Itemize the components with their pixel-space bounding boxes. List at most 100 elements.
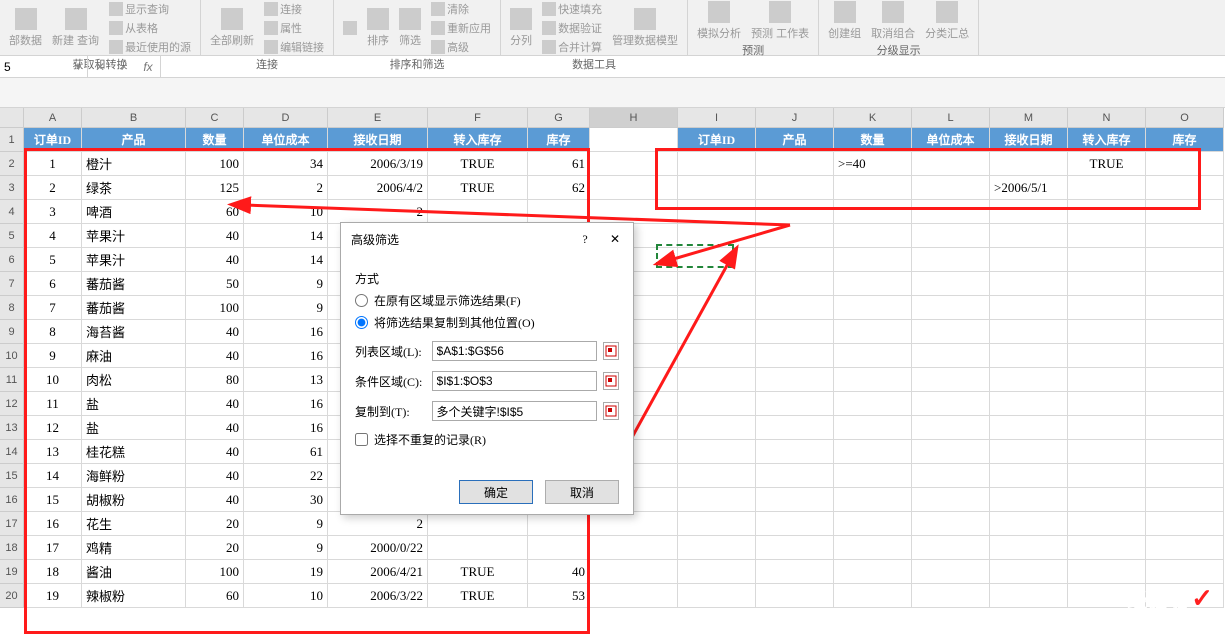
cell[interactable]: 订单ID: [678, 128, 756, 152]
cell[interactable]: 53: [528, 584, 590, 608]
cell[interactable]: [1068, 440, 1146, 464]
get-data-button[interactable]: 部数据: [6, 7, 45, 49]
cell[interactable]: [834, 248, 912, 272]
cell[interactable]: 苹果汁: [82, 224, 186, 248]
cell[interactable]: 接收日期: [990, 128, 1068, 152]
cell[interactable]: 14: [244, 224, 328, 248]
cell[interactable]: [834, 488, 912, 512]
cell[interactable]: [1146, 488, 1224, 512]
radio-in-place[interactable]: 在原有区域显示筛选结果(F): [355, 292, 619, 309]
cell[interactable]: 30: [244, 488, 328, 512]
column-header-B[interactable]: B: [82, 108, 186, 128]
clear-button[interactable]: 清除: [428, 0, 494, 18]
row-header[interactable]: 9: [0, 320, 24, 344]
cell[interactable]: [756, 176, 834, 200]
cell[interactable]: [590, 584, 678, 608]
cell[interactable]: [1146, 464, 1224, 488]
row-header[interactable]: 6: [0, 248, 24, 272]
cell[interactable]: 16: [244, 392, 328, 416]
cell[interactable]: [1068, 176, 1146, 200]
cell[interactable]: [1068, 488, 1146, 512]
cell[interactable]: [678, 176, 756, 200]
cell[interactable]: 10: [24, 368, 82, 392]
cell[interactable]: [1068, 320, 1146, 344]
cell[interactable]: 7: [24, 296, 82, 320]
cell[interactable]: [756, 272, 834, 296]
cell[interactable]: 20: [186, 512, 244, 536]
connections-button[interactable]: 连接: [261, 0, 327, 18]
cell[interactable]: 61: [244, 440, 328, 464]
row-header[interactable]: 18: [0, 536, 24, 560]
cell[interactable]: 6: [24, 272, 82, 296]
cell[interactable]: [912, 344, 990, 368]
row-header[interactable]: 3: [0, 176, 24, 200]
cell[interactable]: 2006/3/22: [328, 584, 428, 608]
fx-icon[interactable]: fx: [136, 60, 160, 74]
cell[interactable]: [990, 368, 1068, 392]
cell[interactable]: 数量: [834, 128, 912, 152]
cell[interactable]: [912, 176, 990, 200]
cell[interactable]: 2000/0/22: [328, 536, 428, 560]
column-header-N[interactable]: N: [1068, 108, 1146, 128]
cell[interactable]: 酱油: [82, 560, 186, 584]
cell[interactable]: 16: [244, 416, 328, 440]
cell[interactable]: [1068, 560, 1146, 584]
from-table-button[interactable]: 从表格: [106, 19, 194, 37]
cell[interactable]: 海苔酱: [82, 320, 186, 344]
cell[interactable]: 40: [186, 224, 244, 248]
cell[interactable]: 蕃茄酱: [82, 296, 186, 320]
cell[interactable]: [1068, 224, 1146, 248]
range-picker-icon[interactable]: [603, 372, 619, 390]
cell[interactable]: TRUE: [428, 560, 528, 584]
cell[interactable]: [756, 560, 834, 584]
cell[interactable]: [990, 344, 1068, 368]
column-header-H[interactable]: H: [590, 108, 678, 128]
cell[interactable]: 海鲜粉: [82, 464, 186, 488]
cell[interactable]: [756, 392, 834, 416]
cell[interactable]: [834, 464, 912, 488]
cell[interactable]: [1068, 536, 1146, 560]
cell[interactable]: 40: [186, 248, 244, 272]
row-header[interactable]: 14: [0, 440, 24, 464]
cell[interactable]: 100: [186, 152, 244, 176]
cell[interactable]: [428, 536, 528, 560]
cell[interactable]: [912, 224, 990, 248]
cell[interactable]: [912, 320, 990, 344]
refresh-all-button[interactable]: 全部刷新: [207, 7, 257, 49]
cell[interactable]: [912, 392, 990, 416]
cell[interactable]: [1146, 272, 1224, 296]
flash-fill-button[interactable]: 快速填充: [539, 0, 605, 18]
help-icon[interactable]: ?: [577, 232, 593, 247]
unique-records-checkbox[interactable]: 选择不重复的记录(R): [355, 431, 619, 448]
cell[interactable]: [912, 368, 990, 392]
column-header-L[interactable]: L: [912, 108, 990, 128]
cell[interactable]: [1146, 560, 1224, 584]
cell[interactable]: [912, 584, 990, 608]
cell[interactable]: 转入库存: [428, 128, 528, 152]
subtotal-button[interactable]: 分类汇总: [922, 0, 972, 42]
cell[interactable]: TRUE: [428, 152, 528, 176]
row-header[interactable]: 20: [0, 584, 24, 608]
cell[interactable]: [990, 224, 1068, 248]
column-header-J[interactable]: J: [756, 108, 834, 128]
cell[interactable]: 2: [328, 512, 428, 536]
column-header-O[interactable]: O: [1146, 108, 1224, 128]
cell[interactable]: 9: [24, 344, 82, 368]
cell[interactable]: 60: [186, 200, 244, 224]
cell[interactable]: 胡椒粉: [82, 488, 186, 512]
cell[interactable]: [428, 200, 528, 224]
cell[interactable]: [590, 560, 678, 584]
cell[interactable]: [834, 560, 912, 584]
cell[interactable]: 34: [244, 152, 328, 176]
cell[interactable]: 盐: [82, 416, 186, 440]
cell[interactable]: 13: [244, 368, 328, 392]
cell[interactable]: [912, 488, 990, 512]
column-header-K[interactable]: K: [834, 108, 912, 128]
cell[interactable]: [912, 464, 990, 488]
cell[interactable]: 肉松: [82, 368, 186, 392]
cell[interactable]: [990, 392, 1068, 416]
cell[interactable]: >2006/5/1: [990, 176, 1068, 200]
cell[interactable]: [1146, 152, 1224, 176]
cell[interactable]: [756, 440, 834, 464]
cell[interactable]: [756, 584, 834, 608]
